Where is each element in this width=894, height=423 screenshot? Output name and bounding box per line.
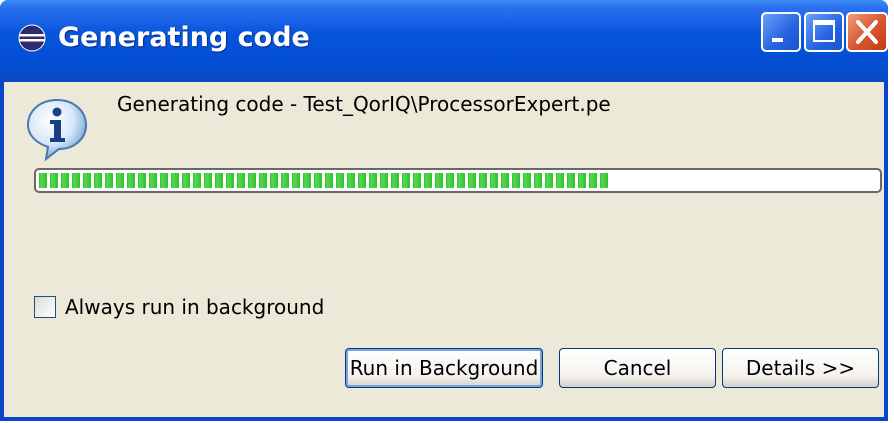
status-message: Generating code - Test_QorIQ\ProcessorEx… — [117, 92, 611, 116]
window-title: Generating code — [58, 22, 310, 53]
maximize-button[interactable] — [804, 12, 844, 52]
dialog-body: Generating code - Test_QorIQ\ProcessorEx… — [4, 82, 884, 417]
cancel-button[interactable]: Cancel — [559, 348, 716, 388]
close-icon — [856, 20, 878, 44]
close-button[interactable] — [846, 12, 888, 52]
maximize-icon — [813, 20, 835, 42]
minimize-icon — [772, 38, 783, 42]
run-in-background-button[interactable]: Run in Background — [345, 348, 543, 388]
minimize-button[interactable] — [761, 12, 801, 52]
eclipse-icon — [18, 24, 46, 52]
always-run-in-background-checkbox[interactable] — [34, 296, 56, 318]
title-bar[interactable]: Generating code — [0, 0, 888, 82]
details-button[interactable]: Details >> — [722, 348, 879, 388]
always-run-in-background-label[interactable]: Always run in background — [65, 295, 324, 319]
generating-code-dialog: Generating code Generating code - Test_Q… — [0, 0, 888, 421]
info-icon — [24, 96, 90, 162]
progress-bar — [34, 168, 882, 193]
progress-fill — [39, 173, 608, 188]
